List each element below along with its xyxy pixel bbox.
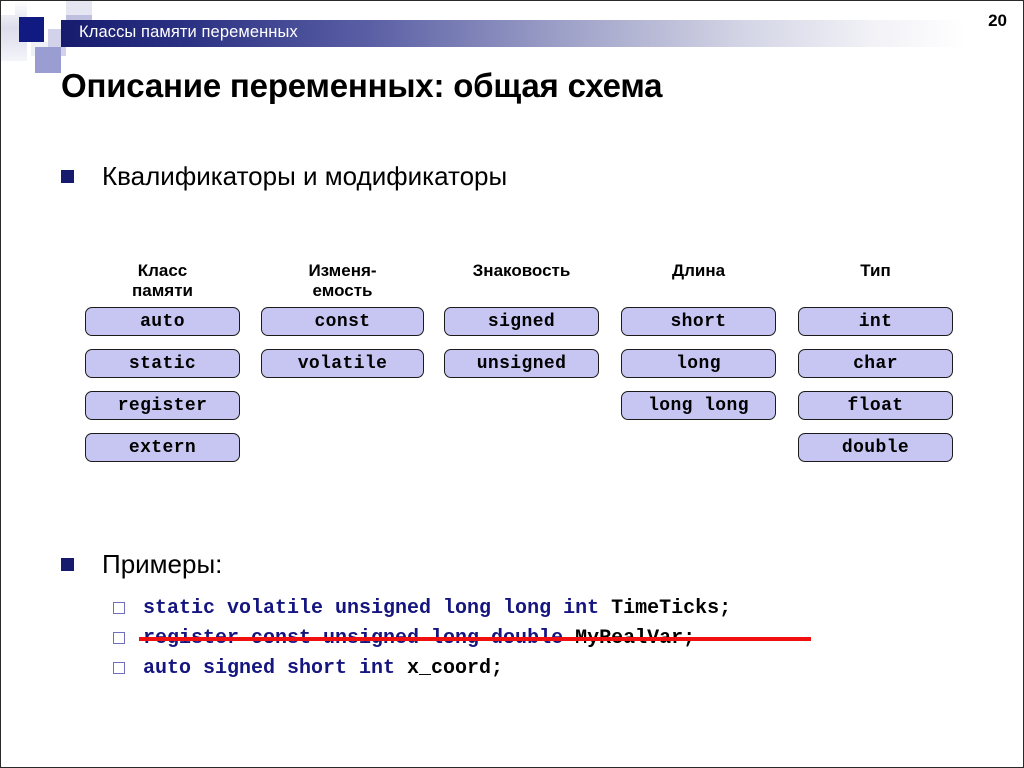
page-number: 20 [988,11,1007,30]
decorative-square-white [48,1,66,19]
keyword-box-empty [261,391,424,420]
column-header: Знаковость [472,260,571,280]
table-column-storage-class: Класс памяти auto static register extern [85,235,240,475]
header-title: Классы памяти переменных [79,23,298,41]
example-keywords: static volatile unsigned long long int [143,596,612,620]
column-header: Длина [671,260,726,280]
example-code-line: auto signed short int x_coord; [143,657,503,680]
keyword-box[interactable]: char [798,349,953,378]
keyword-box[interactable]: double [798,433,953,462]
keyword-box-empty [621,433,776,462]
example-keywords: auto signed short int [143,656,408,680]
keyword-box[interactable]: signed [444,307,599,336]
hollow-square-icon [113,602,125,614]
keyword-box[interactable]: long [621,349,776,378]
square-bullet-icon [61,170,74,183]
table-column-mutability: Изменя- емость const volatile [261,235,424,475]
decorative-square-navy [19,17,44,42]
list-item: register const unsigned long double MyRe… [113,623,963,653]
column-header: Класс памяти [132,260,193,301]
keyword-box[interactable]: static [85,349,240,378]
example-identifier: TimeTicks; [611,596,732,620]
qualifier-table: Класс памяти auto static register extern… [85,235,965,475]
keyword-box[interactable]: float [798,391,953,420]
keyword-box[interactable]: unsigned [444,349,599,378]
bullet-qualifiers-label: Квалификаторы и модификаторы [102,161,508,191]
keyword-box-empty [444,433,599,462]
example-identifier: x_coord; [407,656,504,680]
page-title: Описание переменных: общая схема [61,67,663,104]
bullet-examples: Примеры: [61,549,222,580]
keyword-box[interactable]: register [85,391,240,420]
column-header: Тип [860,260,891,280]
decorative-square-corner-white [1,1,15,15]
strikethrough-marker [139,637,811,641]
bullet-examples-label: Примеры: [102,549,223,579]
hollow-square-icon [113,632,125,644]
keyword-box[interactable]: int [798,307,953,336]
keyword-box-empty [444,391,599,420]
slide: Классы памяти переменных 20 Описание пер… [0,0,1024,768]
list-item: static volatile unsigned long long int T… [113,593,963,623]
decorative-square-pale-top [66,1,92,15]
keyword-box[interactable]: long long [621,391,776,420]
square-bullet-icon [61,558,74,571]
keyword-box[interactable]: const [261,307,424,336]
example-code-line: static volatile unsigned long long int T… [143,597,731,620]
examples-list: static volatile unsigned long long int T… [113,593,963,683]
hollow-square-icon [113,662,125,674]
table-column-type: Тип int char float double [798,235,953,475]
keyword-box[interactable]: short [621,307,776,336]
list-item: auto signed short int x_coord; [113,653,963,683]
bullet-qualifiers: Квалификаторы и модификаторы [61,161,507,192]
keyword-box[interactable]: volatile [261,349,424,378]
keyword-box[interactable]: extern [85,433,240,462]
decorative-square-violet [35,47,61,73]
table-column-signedness: Знаковость signed unsigned [444,235,599,475]
column-header: Изменя- емость [308,260,377,301]
keyword-box[interactable]: auto [85,307,240,336]
table-column-length: Длина short long long long [621,235,776,475]
keyword-box-empty [261,433,424,462]
